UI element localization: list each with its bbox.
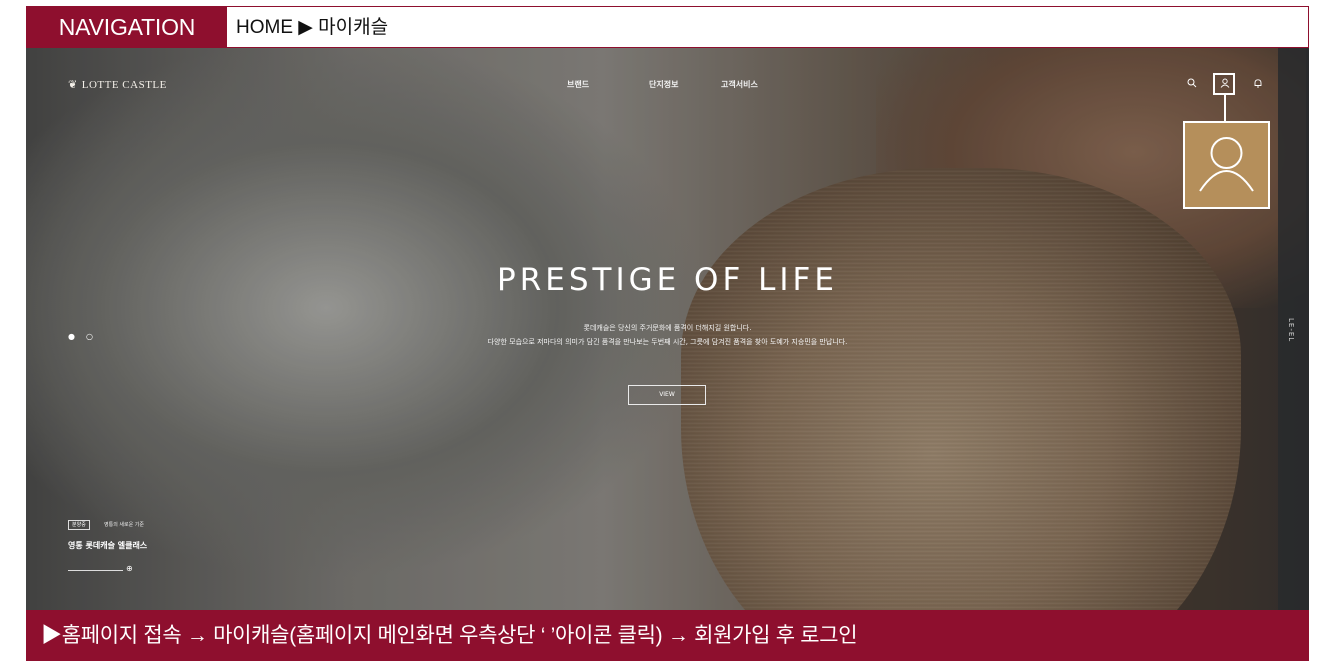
site-logo[interactable]: ❦ LOTTE CASTLE [68, 78, 167, 91]
callout-connector [1224, 95, 1226, 121]
pager-dot[interactable]: ○ [86, 332, 93, 341]
menu-complex-info[interactable]: 단지정보 [649, 79, 678, 90]
navigation-bar: NAVIGATION HOME ▶ 마이캐슬 [26, 6, 1309, 48]
hero-headline: PRESTIGE OF LIFE [497, 262, 838, 298]
hero-subtext-2: 다양한 모습으로 저마다의 의미가 담긴 품격을 만나보는 두번째 시간, 그릇… [487, 338, 848, 346]
user-icon-highlight [1213, 73, 1235, 95]
logo-wing-icon: ❦ [68, 79, 78, 91]
user-icon-large [1199, 137, 1254, 192]
project-progress-line [68, 570, 123, 571]
instruction-bar: ▶홈페이지 접속 → 마이캐슬(홈페이지 메인화면 우측상단 ‘ ’아이콘 클릭… [26, 610, 1309, 661]
view-button[interactable]: VIEW [628, 385, 706, 405]
pager-dot-active[interactable]: ● [68, 332, 75, 341]
side-panel-label[interactable]: LE-EL [1287, 318, 1295, 342]
project-status-badge: 분양중 [68, 520, 90, 530]
menu-brand[interactable]: 브랜드 [567, 79, 589, 90]
breadcrumb: HOME ▶ 마이캐슬 [236, 17, 389, 38]
hero-subtext-1: 롯데캐슬은 당신의 주거문화에 품격이 더해지길 원합니다. [583, 324, 752, 332]
bell-icon[interactable] [1253, 78, 1263, 91]
user-icon-callout [1183, 121, 1270, 209]
hero-banner: ❦ LOTTE CASTLE 브랜드 단지정보 고객서비스 PRESTIGE OF… [26, 48, 1309, 610]
plus-circle-icon[interactable]: ⊕ [126, 564, 133, 573]
project-name[interactable]: 영통 롯데캐슬 엘클래스 [68, 540, 147, 551]
search-icon[interactable] [1187, 78, 1197, 91]
logo-text: LOTTE CASTLE [81, 79, 167, 91]
navigation-tag: NAVIGATION [27, 7, 227, 47]
project-description: 영통의 새로운 기준 [104, 522, 144, 528]
menu-customer-service[interactable]: 고객서비스 [721, 79, 758, 90]
